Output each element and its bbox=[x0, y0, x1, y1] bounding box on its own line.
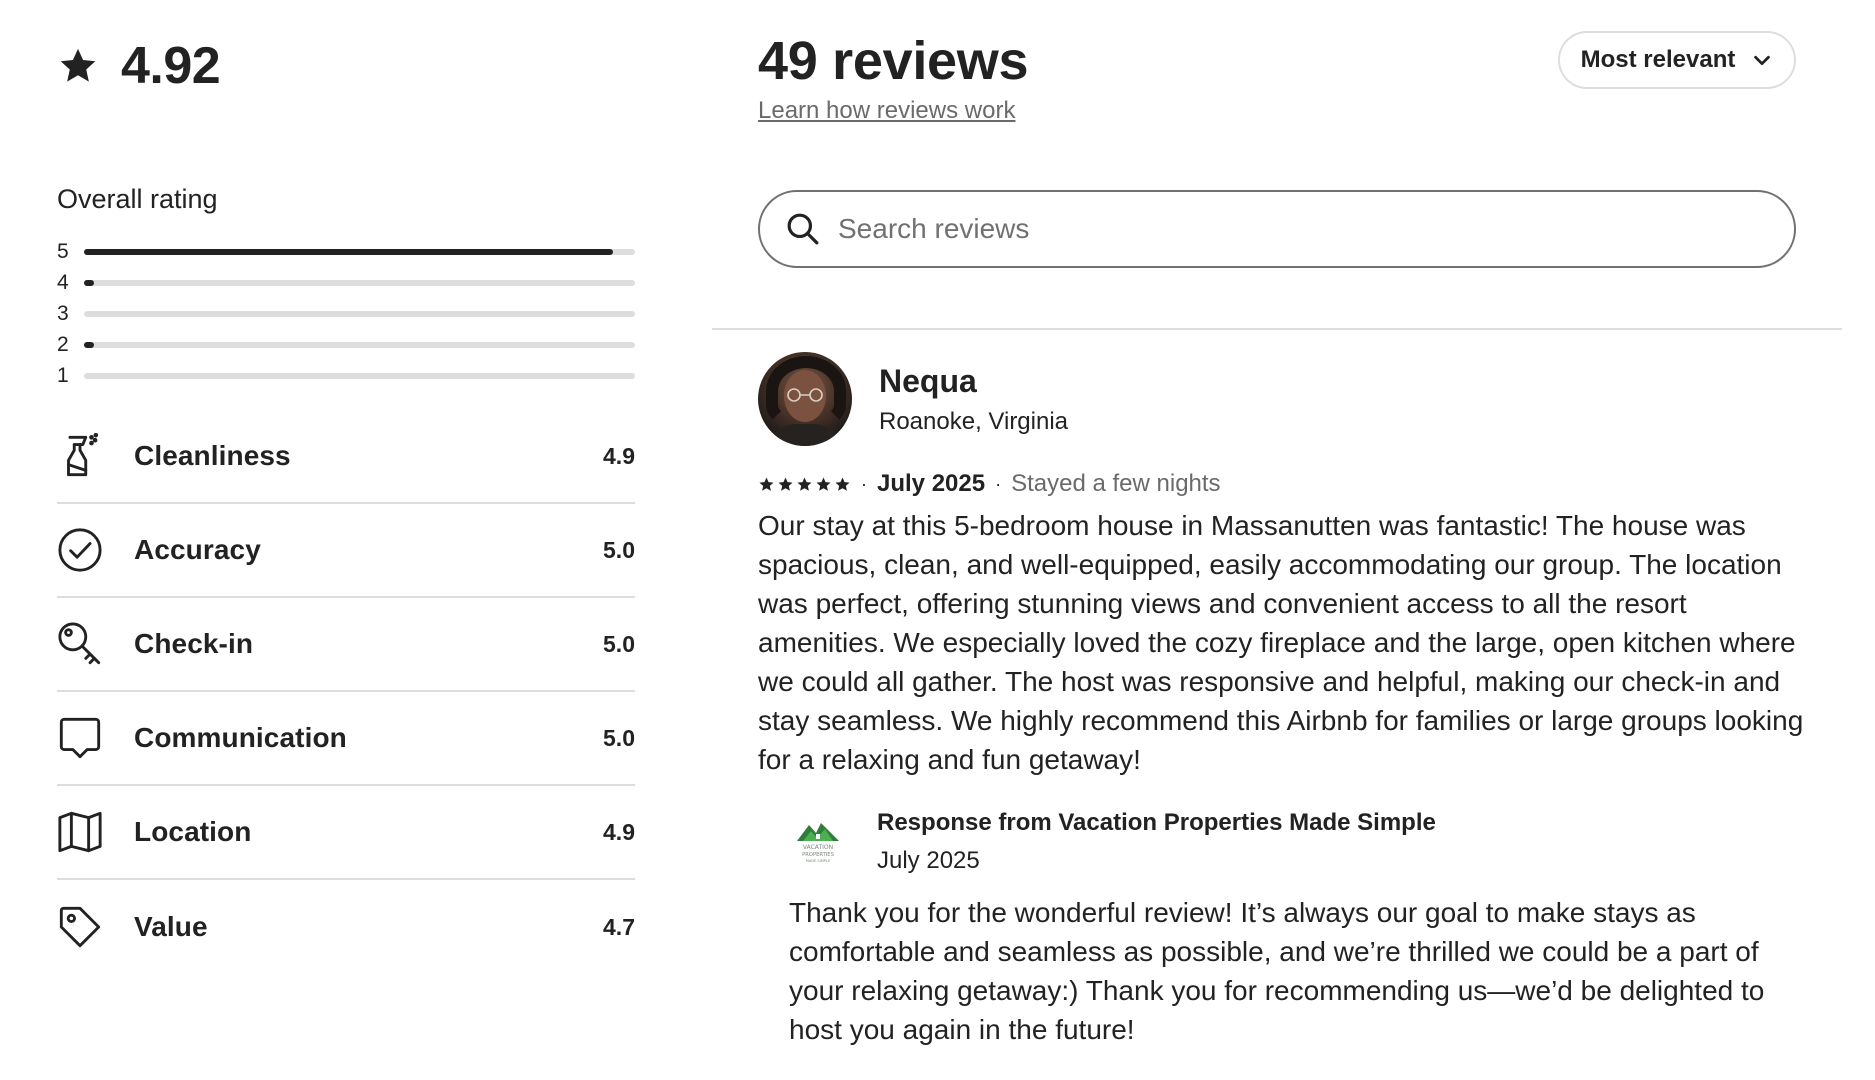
overall-score-header: 4.92 bbox=[57, 36, 221, 96]
overall-rating-label: Overall rating bbox=[57, 184, 218, 214]
category-name: Location bbox=[134, 816, 252, 847]
search-reviews-field[interactable] bbox=[758, 190, 1796, 268]
rating-bar-row: 4 bbox=[57, 267, 635, 298]
check-circle-icon bbox=[57, 525, 107, 575]
separator-dot: · bbox=[995, 473, 1002, 494]
reviewer-location: Roanoke, Virginia bbox=[879, 407, 1069, 435]
category-location: Location 4.9 bbox=[57, 786, 635, 880]
response-text: Thank you for the wonderful review! It’s… bbox=[789, 897, 1765, 1045]
star-icon bbox=[57, 45, 99, 87]
rating-bar-track bbox=[84, 372, 635, 379]
category-check-in: Check-in 5.0 bbox=[57, 598, 635, 692]
category-communication: Communication 5.0 bbox=[57, 692, 635, 786]
key-icon bbox=[57, 619, 107, 669]
search-input[interactable] bbox=[838, 213, 1794, 245]
host-response-info: Response from Vacation Properties Made S… bbox=[877, 809, 1436, 875]
reviews-page: 4.92 Overall rating 5 4 3 2 1 Cleanliness 4.… bbox=[0, 0, 1875, 1080]
logo-text-line: PROPERTIES bbox=[802, 852, 834, 858]
star-icon bbox=[797, 477, 812, 491]
rating-distribution: 5 4 3 2 1 bbox=[57, 236, 635, 391]
host-response: VACATION PROPERTIES MADE SIMPLE Response… bbox=[758, 809, 1808, 1049]
response-from: Response from Vacation Properties Made S… bbox=[877, 809, 1436, 836]
reviewer-header: Nequa Roanoke, Virginia bbox=[758, 352, 1808, 446]
category-score: 4.7 bbox=[603, 913, 635, 940]
reviews-count-title: 49 reviews bbox=[758, 31, 1029, 91]
star-icon bbox=[759, 477, 774, 491]
category-name: Cleanliness bbox=[134, 440, 291, 471]
category-name: Communication bbox=[134, 722, 347, 753]
reviewer-name[interactable]: Nequa bbox=[879, 363, 1068, 400]
rating-bar-label: 5 bbox=[57, 239, 69, 263]
review-card: Nequa Roanoke, Virginia · July 2025 · St… bbox=[758, 352, 1808, 1049]
avatar[interactable] bbox=[758, 352, 852, 446]
spray-bottle-icon bbox=[57, 431, 107, 481]
rating-bar-fill bbox=[84, 279, 94, 286]
category-score: 4.9 bbox=[603, 442, 635, 469]
review-text: Our stay at this 5-bedroom house in Mass… bbox=[758, 510, 1804, 775]
category-value: Value 4.7 bbox=[57, 880, 635, 974]
category-ratings: Cleanliness 4.9 Accuracy 5.0 Check-in 5.… bbox=[57, 410, 635, 974]
category-accuracy: Accuracy 5.0 bbox=[57, 504, 635, 598]
category-name: Value bbox=[134, 911, 208, 942]
map-icon bbox=[57, 807, 107, 857]
response-date: July 2025 bbox=[877, 847, 980, 874]
rating-bar-track bbox=[84, 248, 635, 255]
reviews-panel: 49 reviews Learn how reviews work Most r… bbox=[712, 0, 1842, 1080]
rating-bar-track bbox=[84, 341, 635, 348]
logo-text-line: VACATION bbox=[803, 844, 833, 851]
chevron-down-icon bbox=[1751, 49, 1773, 71]
chat-bubble-icon bbox=[57, 713, 107, 763]
reviewer-info: Nequa Roanoke, Virginia bbox=[879, 363, 1068, 436]
logo-text-line: MADE SIMPLE bbox=[806, 859, 831, 863]
rating-bar-track bbox=[84, 310, 635, 317]
rating-bar-row: 2 bbox=[57, 329, 635, 360]
rating-bar-track bbox=[84, 279, 635, 286]
host-response-header: VACATION PROPERTIES MADE SIMPLE Response… bbox=[789, 809, 1808, 875]
star-icon bbox=[816, 477, 831, 491]
category-cleanliness: Cleanliness 4.9 bbox=[57, 410, 635, 504]
search-icon bbox=[786, 212, 820, 246]
rating-bar-row: 1 bbox=[57, 360, 635, 391]
category-name: Check-in bbox=[134, 628, 254, 659]
learn-how-reviews-work-link[interactable]: Learn how reviews work bbox=[758, 97, 1015, 125]
divider bbox=[712, 328, 1842, 330]
host-logo: VACATION PROPERTIES MADE SIMPLE bbox=[789, 811, 847, 869]
rating-bar-fill bbox=[84, 341, 94, 348]
separator-dot: · bbox=[861, 473, 867, 494]
category-score: 5.0 bbox=[603, 536, 635, 563]
category-score: 5.0 bbox=[603, 724, 635, 751]
rating-bar-label: 4 bbox=[57, 270, 69, 294]
category-name: Accuracy bbox=[134, 534, 261, 565]
rating-bar-label: 1 bbox=[57, 363, 69, 387]
rating-bar-row: 3 bbox=[57, 298, 635, 329]
review-meta: · July 2025 · Stayed a few nights bbox=[758, 470, 1808, 498]
sort-dropdown-button[interactable]: Most relevant bbox=[1558, 31, 1796, 89]
category-score: 4.9 bbox=[603, 818, 635, 845]
review-date: July 2025 bbox=[877, 470, 986, 497]
rating-bar-label: 3 bbox=[57, 301, 69, 325]
review-star-rating bbox=[758, 476, 851, 493]
star-icon bbox=[778, 477, 793, 491]
rating-bar-row: 5 bbox=[57, 236, 635, 267]
category-score: 5.0 bbox=[603, 630, 635, 657]
star-icon bbox=[835, 477, 850, 491]
tag-icon bbox=[57, 902, 107, 952]
overall-score: 4.92 bbox=[121, 37, 221, 95]
stay-length: Stayed a few nights bbox=[1011, 470, 1221, 497]
rating-bar-fill bbox=[84, 248, 613, 255]
rating-bar-label: 2 bbox=[57, 332, 69, 356]
sort-label: Most relevant bbox=[1580, 46, 1736, 73]
